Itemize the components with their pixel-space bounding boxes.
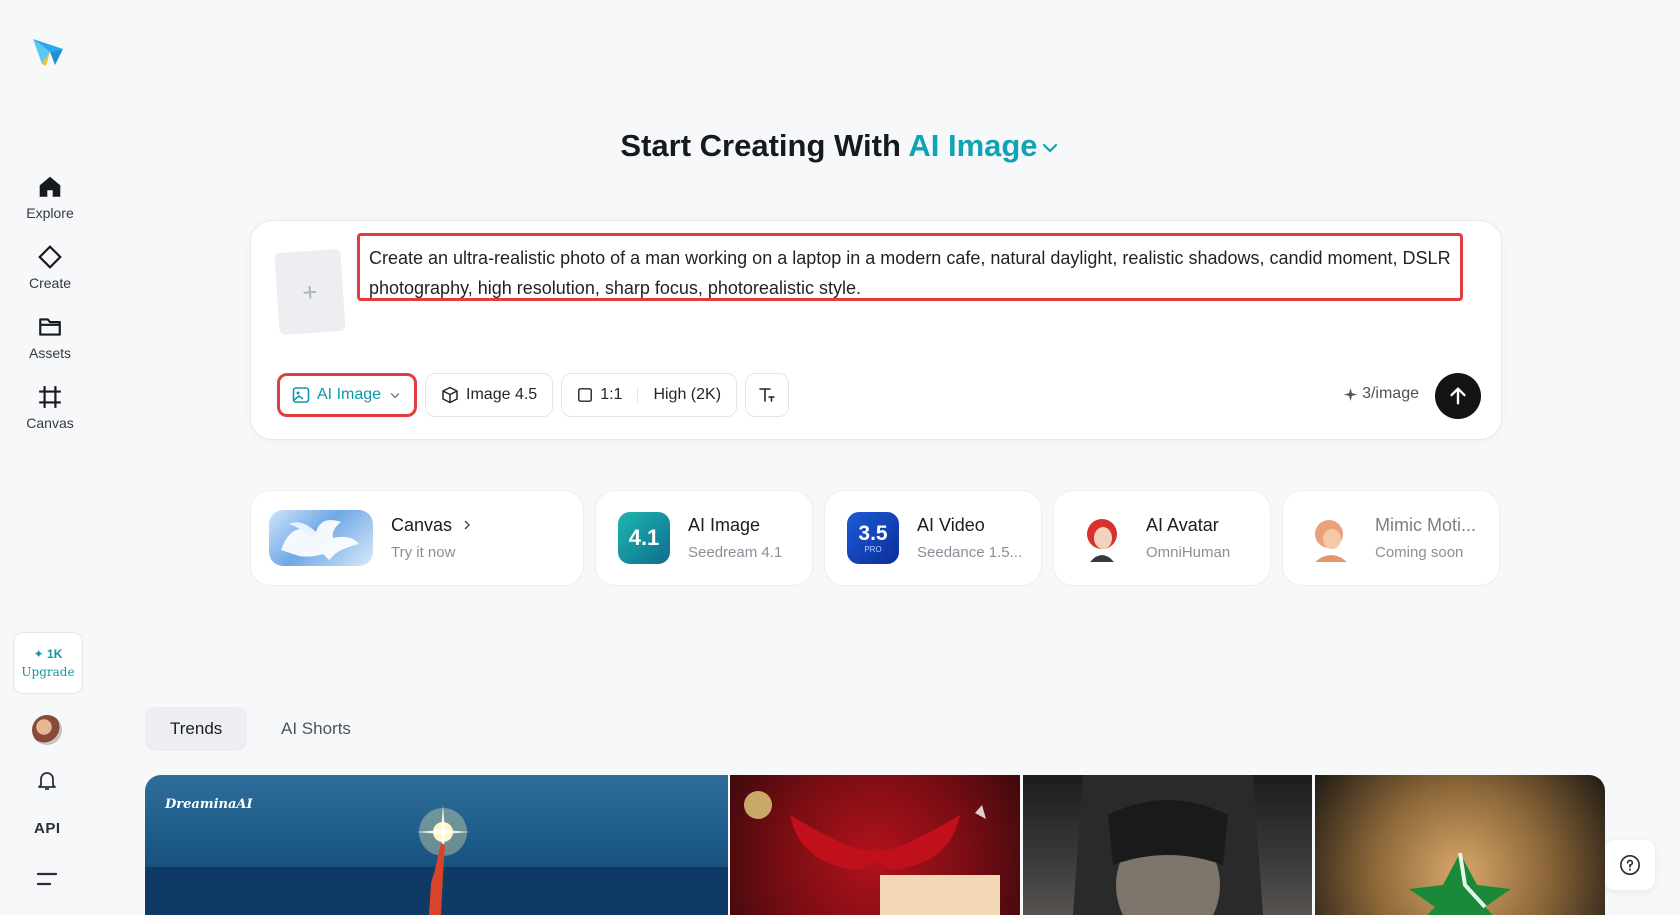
chevron-down-icon [1042, 143, 1057, 152]
nav-canvas[interactable]: Canvas [0, 384, 100, 431]
gallery-artwork [1073, 775, 1263, 915]
prompt-toolbar: AI Image Image 4.5 1:1 High (2K) [277, 373, 790, 417]
feature-card-ai-image[interactable]: 4.1 AI Image Seedream 4.1 [595, 490, 813, 586]
feature-card-mimic-motion[interactable]: Mimic Moti... Coming soon [1282, 490, 1500, 586]
avatar-character-icon [1076, 512, 1128, 564]
nav-explore[interactable]: Explore [0, 174, 100, 221]
aspect-ratio-label: 1:1 [600, 386, 623, 403]
feature-text: AI Avatar OmniHuman [1146, 515, 1230, 561]
nav-create[interactable]: Create [0, 244, 100, 291]
canvas-preview-image [269, 510, 373, 566]
generate-button[interactable] [1435, 373, 1481, 419]
bell-icon[interactable] [35, 768, 59, 792]
square-icon [578, 388, 593, 402]
feature-card-canvas[interactable]: Canvas Try it now [250, 490, 584, 586]
prompt-card: + Create an ultra-realistic photo of a m… [250, 220, 1502, 440]
mode-selector-label: AI Image [908, 128, 1038, 163]
feature-subtitle: OmniHuman [1146, 544, 1231, 561]
home-icon [39, 176, 61, 197]
pegasus-icon [281, 519, 359, 560]
feature-title: AI Image [688, 515, 761, 535]
mode-selector[interactable]: AI Image [908, 128, 1059, 163]
seedance-badge-icon: 3.5 PRO [847, 512, 899, 564]
cost-indicator: 3/image [1344, 385, 1419, 403]
feature-subtitle: Seedream 4.1 [688, 544, 783, 561]
dreamina-logo-icon[interactable] [30, 32, 66, 68]
tab-ai-shorts[interactable]: AI Shorts [256, 707, 376, 751]
mode-dropdown-label: AI Image [317, 386, 382, 403]
diamond-icon [38, 245, 62, 269]
image-ai-icon [292, 387, 310, 403]
feature-text: Mimic Moti... Coming soon [1375, 515, 1476, 561]
menu-icon[interactable] [36, 870, 58, 888]
nav-canvas-label: Canvas [26, 415, 74, 431]
cost-label: 3/image [1362, 385, 1419, 402]
mimic-character-icon [1305, 512, 1357, 564]
quality-label: High (2K) [653, 386, 722, 403]
mode-dropdown[interactable]: AI Image [277, 373, 418, 417]
nav-create-label: Create [28, 275, 72, 291]
upgrade-label: Upgrade [21, 665, 75, 679]
divider [637, 387, 639, 403]
gallery-artwork [145, 805, 728, 915]
feature-text: Canvas Try it now [391, 515, 473, 561]
chevron-down-icon [390, 393, 400, 399]
gallery-artwork [744, 791, 1000, 915]
credits-count: ✦ 1K [33, 647, 63, 661]
feature-card-ai-video[interactable]: 3.5 PRO AI Video Seedance 1.5... [824, 490, 1042, 586]
page-title: Start Creating With AI Image [0, 128, 1680, 164]
text-format-icon [759, 388, 775, 402]
prompt-input[interactable]: Create an ultra-realistic photo of a man… [357, 233, 1463, 301]
folder-icon [39, 318, 61, 336]
feature-card-ai-avatar[interactable]: AI Avatar OmniHuman [1053, 490, 1271, 586]
nav-assets-label: Assets [28, 345, 71, 361]
feature-title: AI Video [917, 515, 985, 535]
upgrade-button[interactable]: ✦ 1K Upgrade [13, 632, 83, 694]
nav-explore-label: Explore [26, 205, 74, 221]
avatar[interactable] [32, 715, 62, 745]
plus-icon: + [301, 276, 319, 307]
sparkle-icon [1344, 387, 1358, 401]
feature-title: Canvas [391, 515, 473, 536]
canvas-icon [39, 386, 61, 408]
text-style-button[interactable] [745, 373, 790, 417]
feature-title: AI Avatar [1146, 515, 1219, 535]
gallery-item[interactable] [730, 775, 1020, 915]
arrow-up-icon [1450, 387, 1466, 405]
ratio-quality-selector[interactable]: 1:1 High (2K) [561, 373, 738, 417]
tab-trends[interactable]: Trends [145, 707, 248, 751]
feature-subtitle: Seedance 1.5... [917, 544, 1023, 561]
gallery-item[interactable] [1315, 775, 1605, 915]
feature-subtitle: Coming soon [1375, 544, 1464, 561]
feature-text: AI Video Seedance 1.5... [917, 515, 1022, 561]
feature-text: AI Image Seedream 4.1 [688, 515, 782, 561]
feature-subtitle: Try it now [391, 544, 456, 561]
question-icon [1620, 855, 1640, 875]
feature-title: Mimic Moti... [1375, 515, 1476, 535]
cube-icon [442, 386, 458, 404]
api-link[interactable]: API [34, 820, 61, 837]
gallery-item[interactable] [1023, 775, 1312, 915]
gallery-artwork [1409, 852, 1511, 915]
model-selector-label: Image 4.5 [466, 386, 538, 403]
model-selector[interactable]: Image 4.5 [425, 373, 554, 417]
help-button[interactable] [1605, 840, 1655, 890]
upload-image-button[interactable]: + [274, 248, 346, 336]
page-title-prefix: Start Creating With [620, 128, 901, 163]
chevron-right-icon [464, 520, 471, 530]
gallery-item[interactable]: DreaminaAI [145, 775, 728, 915]
nav-assets[interactable]: Assets [0, 314, 100, 361]
seedream-badge-icon: 4.1 [618, 512, 670, 564]
